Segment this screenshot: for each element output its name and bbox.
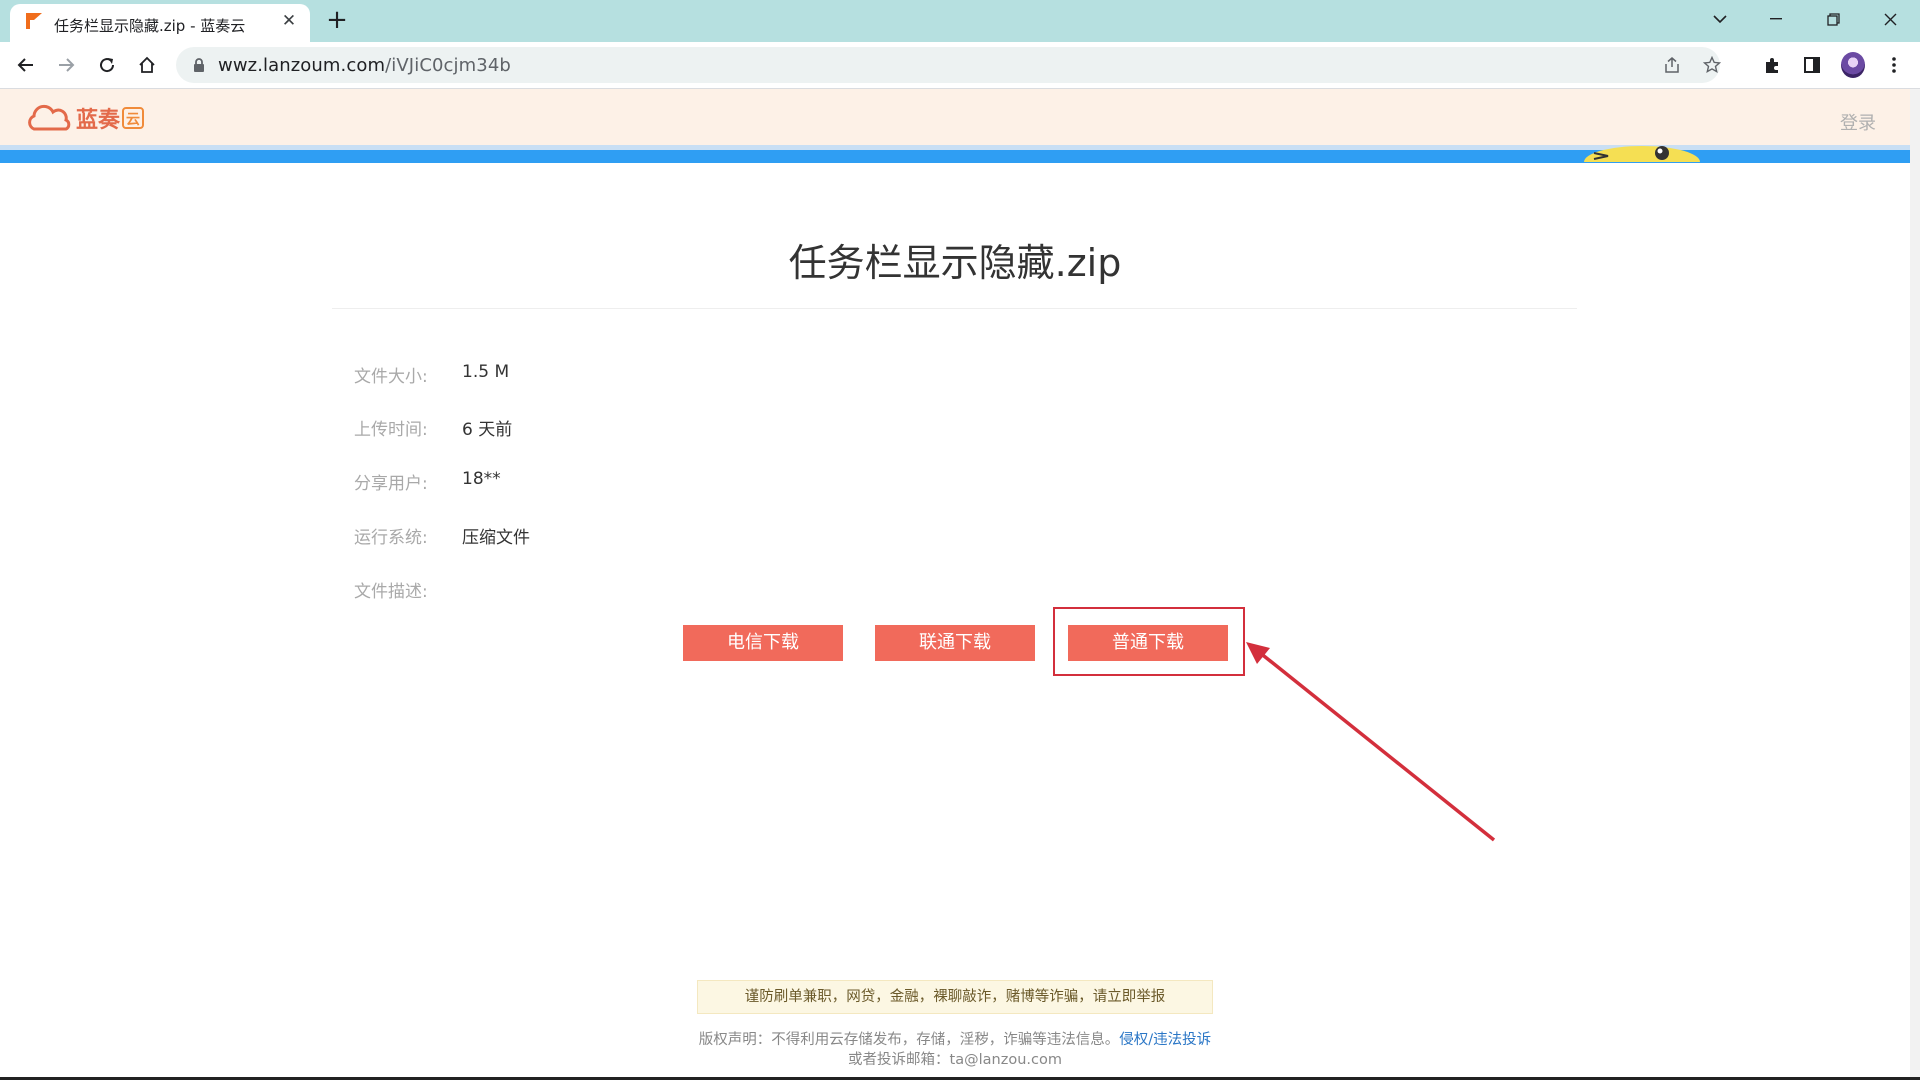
login-link[interactable]: 登录	[1840, 109, 1876, 135]
red-arrow-icon	[1246, 642, 1496, 842]
lock-icon[interactable]	[190, 56, 208, 74]
scrollbar-track[interactable]	[1910, 89, 1920, 1080]
new-tab-button[interactable]: +	[325, 7, 349, 33]
minimize-button[interactable]	[1756, 6, 1796, 32]
side-panel-icon[interactable]	[1800, 53, 1824, 77]
share-icon[interactable]	[1662, 55, 1682, 75]
restore-button[interactable]	[1813, 6, 1853, 32]
home-icon[interactable]	[135, 53, 159, 77]
url-text: wwz.lanzoum.com/iVJiC0cjm34b	[218, 55, 511, 76]
info-value: 1.5 M	[462, 362, 510, 382]
address-bar[interactable]: wwz.lanzoum.com/iVJiC0cjm34b	[176, 47, 1722, 83]
info-label: 文件描述:	[354, 582, 428, 602]
copyright-notice: 版权声明：不得利用云存储发布，存储，淫秽，诈骗等违法信息。侵权/违法投诉	[698, 1032, 1212, 1048]
info-label: 上传时间:	[354, 420, 428, 440]
menu-kebab-icon[interactable]	[1882, 53, 1906, 77]
highlight-box	[1053, 607, 1245, 676]
profile-avatar-icon[interactable]	[1841, 52, 1865, 78]
info-label: 运行系统:	[354, 528, 428, 548]
info-value: 压缩文件	[462, 528, 530, 548]
browser-tab[interactable]: 任务栏显示隐藏.zip - 蓝奏云 ✕	[10, 4, 310, 42]
bookmark-star-icon[interactable]	[1702, 55, 1722, 75]
fraud-warning: 谨防刷单兼职，网贷，金融，裸聊敲诈，赌博等诈骗，请立即举报	[697, 980, 1213, 1014]
site-favicon-icon	[26, 13, 42, 29]
forward-icon[interactable]	[54, 53, 78, 77]
tab-close-icon[interactable]: ✕	[279, 11, 299, 31]
info-value: 6 天前	[462, 420, 513, 440]
site-header: 蓝奏 云 登录	[0, 89, 1910, 145]
back-icon[interactable]	[14, 53, 38, 77]
info-label: 文件大小:	[354, 367, 428, 387]
unicom-download-button[interactable]: 联通下载	[875, 625, 1035, 661]
browser-toolbar: wwz.lanzoum.com/iVJiC0cjm34b	[0, 42, 1920, 89]
telecom-download-button[interactable]: 电信下载	[683, 625, 843, 661]
info-value: 18**	[462, 469, 501, 489]
complaint-email: 或者投诉邮箱：ta@lanzou.com	[848, 1052, 1062, 1068]
report-link[interactable]: 侵权/违法投诉	[1119, 1032, 1211, 1048]
info-label: 分享用户:	[354, 474, 428, 494]
site-logo[interactable]: 蓝奏 云	[26, 103, 145, 133]
reload-icon[interactable]	[95, 53, 119, 77]
tab-search-icon[interactable]	[1700, 6, 1740, 32]
cloud-logo-icon	[28, 104, 71, 131]
mascot-icon	[1584, 146, 1700, 162]
browser-tab-strip: 任务栏显示隐藏.zip - 蓝奏云 ✕ +	[0, 0, 1920, 42]
extensions-icon[interactable]	[1760, 53, 1784, 77]
tab-title: 任务栏显示隐藏.zip - 蓝奏云	[54, 17, 246, 35]
close-window-button[interactable]	[1870, 6, 1910, 32]
title-divider	[332, 308, 1577, 309]
file-title: 任务栏显示隐藏.zip	[788, 241, 1122, 285]
